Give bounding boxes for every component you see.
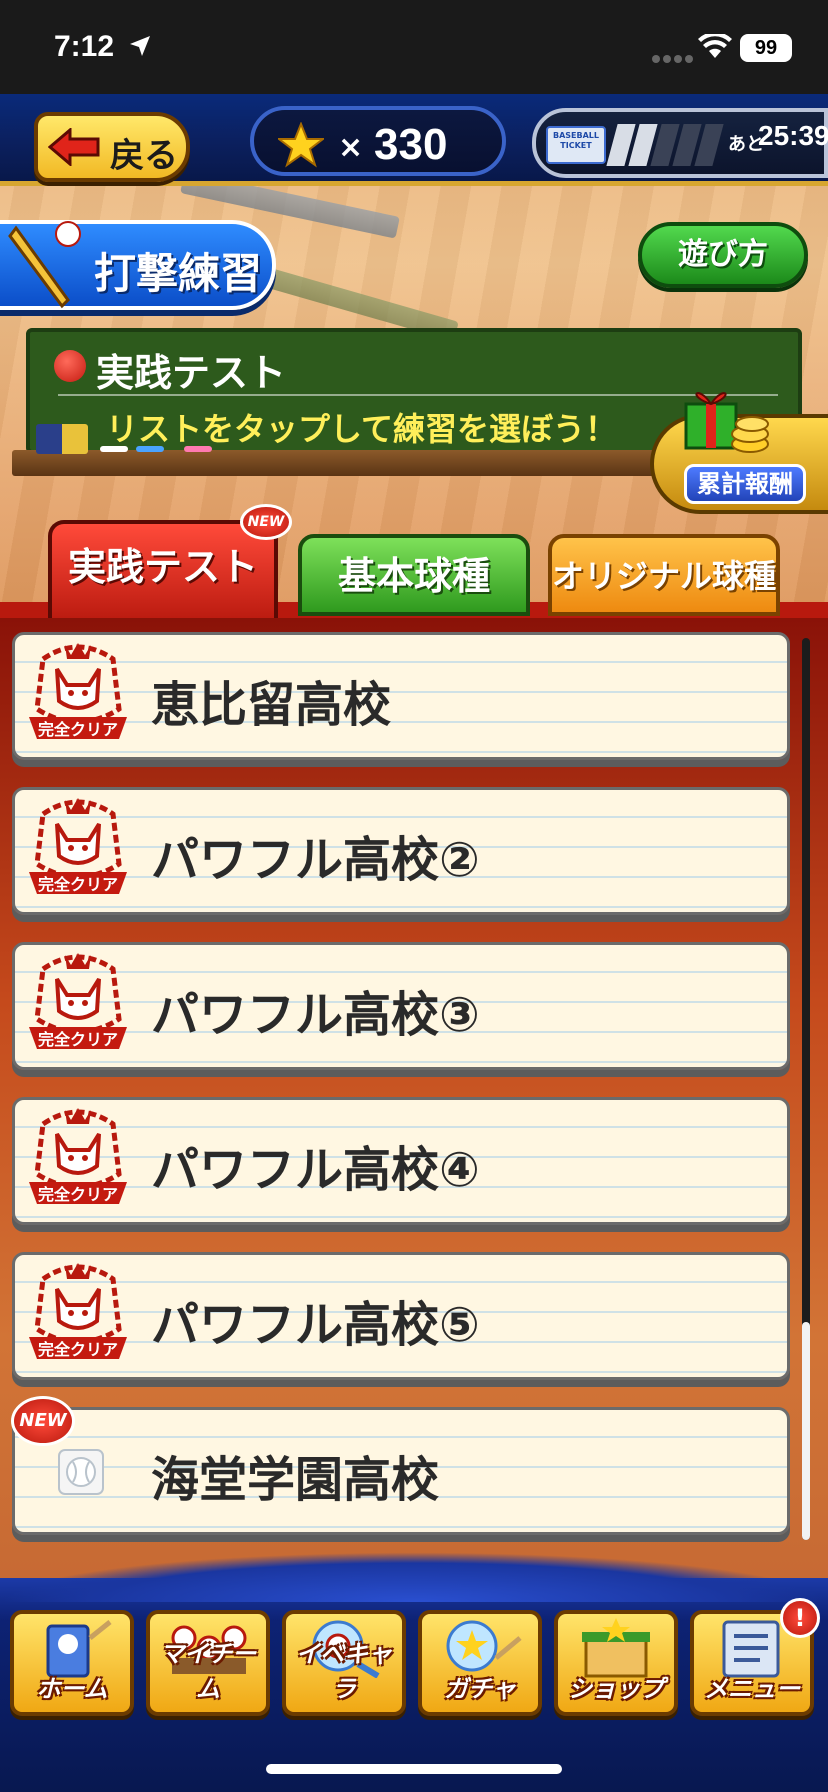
list-item-label: 恵比留高校 (151, 677, 392, 733)
list-item[interactable]: 完全クリア パワフル高校② (12, 787, 790, 915)
chalk-tray (12, 450, 672, 476)
tab-label: 実践テスト (67, 545, 258, 589)
complete-clear-text: 完全クリア (38, 1030, 118, 1049)
nav-label: イベキャラ (296, 1640, 392, 1703)
tab-label: 基本球種 (337, 554, 490, 598)
complete-clear-text: 完全クリア (38, 1340, 118, 1359)
back-button[interactable]: 戻る (34, 112, 190, 182)
chalk-icon (100, 446, 128, 452)
nav-home-button[interactable]: ホーム (10, 1610, 134, 1716)
ticket-gauge (606, 124, 742, 166)
list-item[interactable]: 完全クリア パワフル高校③ (12, 942, 790, 1070)
list-item[interactable]: 海堂学園高校 NEW (11, 1396, 790, 1535)
board-instructions: リストをタップして練習を選ぼう！ (106, 410, 618, 448)
complete-clear-text: 完全クリア (38, 875, 118, 894)
list-item[interactable]: 完全クリア パワフル高校⑤ (12, 1252, 790, 1380)
how-to-play-button[interactable]: 遊び方 (638, 222, 808, 288)
chalk-icon (184, 446, 212, 452)
complete-clear-badge-icon: 完全クリア (29, 1263, 127, 1359)
nav-label: メニュー (704, 1675, 800, 1703)
nav-label: ホーム (36, 1675, 108, 1703)
nav-label: ガチャ (444, 1675, 516, 1703)
list-item[interactable]: 完全クリア 恵比留高校 (12, 632, 790, 760)
ticket-meter[interactable]: BASEBALL TICKET あと 25:39 (532, 108, 828, 178)
baseball-ticket-icon: BASEBALL TICKET (546, 126, 606, 164)
list-item-label: パワフル高校③ (151, 987, 480, 1043)
status-bar: 7:12 99 (0, 0, 828, 94)
bat-icon (8, 221, 81, 309)
complete-clear-text: 完全クリア (38, 1185, 118, 1204)
list-item[interactable]: 完全クリア パワフル高校④ (12, 1097, 790, 1225)
nav-label: ショップ (568, 1675, 664, 1703)
cumulative-reward-label: 累計報酬 (684, 464, 806, 504)
chalk-icon (136, 446, 164, 452)
list-item-label: 海堂学園高校 (151, 1452, 440, 1508)
nav-shop-button[interactable]: ショップ (554, 1610, 678, 1716)
menu-alert-badge: ! (780, 1598, 820, 1638)
tab-basic-pitches[interactable]: 基本球種 (298, 534, 530, 616)
star-count: 330 (374, 120, 448, 169)
nav-event-chara-button[interactable]: イベキャラ (282, 1610, 406, 1716)
gift-coins-icon (684, 392, 769, 453)
mode-title: 打撃練習 (94, 249, 263, 298)
complete-clear-badge-icon: 完全クリア (29, 953, 127, 1049)
back-arrow-icon (48, 128, 100, 166)
home-indicator[interactable] (266, 1764, 562, 1774)
complete-clear-badge-icon: 完全クリア (29, 798, 127, 894)
tab-practical-test[interactable]: 実践テスト (48, 520, 278, 624)
cumulative-reward-button[interactable]: 累計報酬 (650, 392, 828, 514)
list-item-label: パワフル高校② (151, 832, 480, 888)
nav-gacha-button[interactable]: ガチャ (418, 1610, 542, 1716)
ticket-timer: 25:39 (758, 120, 828, 151)
new-badge: NEW (11, 1396, 75, 1446)
star-icon (278, 122, 324, 168)
complete-clear-badge-icon: 完全クリア (29, 643, 127, 739)
list-item-label: パワフル高校⑤ (151, 1297, 480, 1353)
back-label: 戻る (110, 136, 178, 176)
star-counter: × 330 (250, 106, 506, 176)
baseball-icon (58, 1449, 104, 1495)
tab-original-pitches[interactable]: オリジナル球種 (548, 534, 780, 616)
new-badge: NEW (240, 504, 292, 540)
red-dot-icon (54, 350, 86, 382)
status-time: 7:12 (54, 30, 115, 63)
wifi-icon (698, 34, 732, 58)
eraser-icon (36, 424, 88, 454)
list-item-label: パワフル高校④ (151, 1142, 480, 1198)
star-multiplier: × (338, 130, 364, 165)
nav-label: マイチーム (160, 1640, 256, 1703)
scrollbar-thumb[interactable] (802, 1322, 810, 1540)
complete-clear-text: 完全クリア (38, 720, 118, 739)
board-title: 実践テスト (96, 351, 287, 395)
mode-title-badge: 打撃練習 (0, 220, 276, 310)
how-to-play-label: 遊び方 (678, 237, 768, 272)
complete-clear-badge-icon: 完全クリア (29, 1108, 127, 1204)
nav-my-team-button[interactable]: マイチーム (146, 1610, 270, 1716)
board-divider (58, 394, 778, 396)
header-bar: 戻る × 330 BASEBALL TICKET あと 25:39 (0, 94, 828, 186)
location-arrow-icon (130, 36, 150, 56)
signal-icon (652, 48, 696, 63)
game-screen: 戻る × 330 BASEBALL TICKET あと 25:39 打撃練習 遊… (0, 94, 828, 1792)
battery-indicator: 99 (740, 34, 792, 62)
tab-label: オリジナル球種 (552, 557, 777, 595)
